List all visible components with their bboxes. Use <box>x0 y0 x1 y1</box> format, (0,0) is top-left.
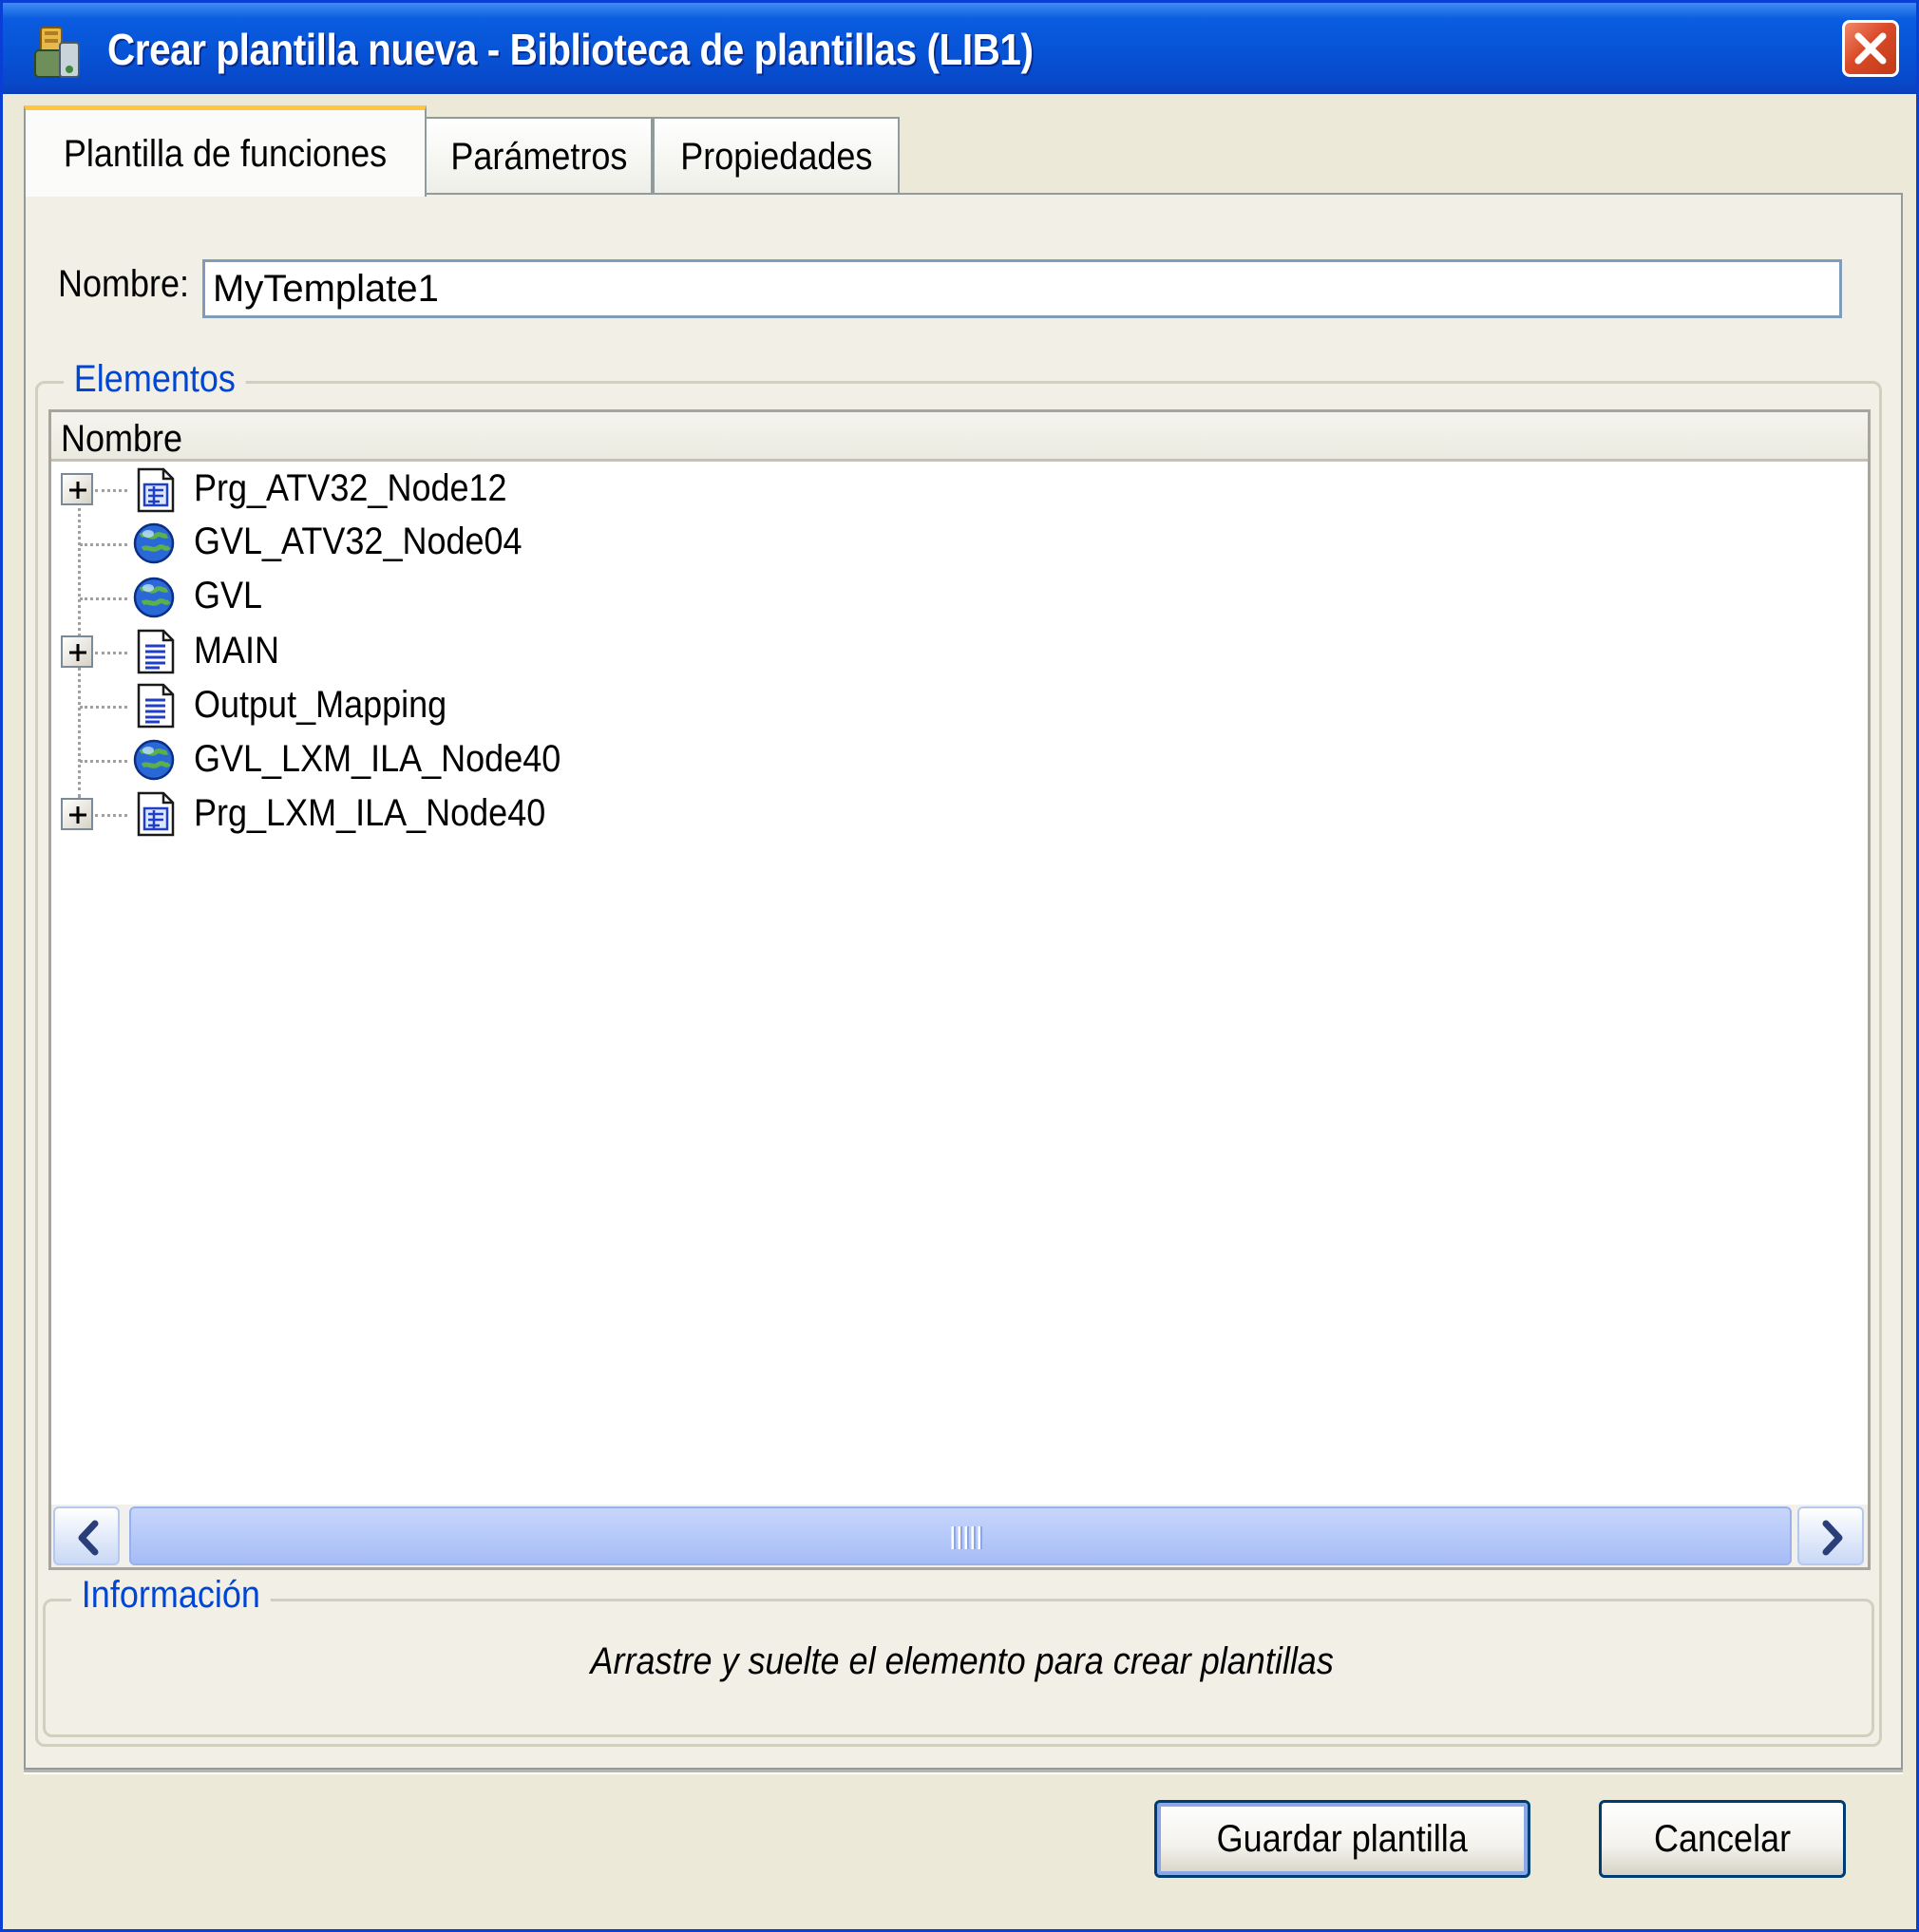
document-icon <box>137 629 175 674</box>
close-button[interactable] <box>1842 20 1899 77</box>
chevron-left-icon <box>78 1520 99 1556</box>
tree-item-label: Output_Mapping <box>194 684 447 726</box>
elements-tree[interactable]: Nombre Prg_ATV32_Node12 GVL_ATV32_Node04… <box>48 409 1871 1570</box>
dialog-window: Crear plantilla nueva - Biblioteca de pl… <box>0 0 1919 1932</box>
grip-icon <box>951 1526 982 1549</box>
program-icon <box>137 467 175 513</box>
save-template-button[interactable]: Guardar plantilla <box>1154 1800 1530 1878</box>
column-header-label: Nombre <box>61 418 183 460</box>
expand-icon[interactable] <box>61 473 93 505</box>
info-group-title: Información <box>71 1574 271 1617</box>
info-message-text: Arrastre y suelte el elemento para crear… <box>590 1640 1335 1682</box>
expand-icon[interactable] <box>61 798 93 830</box>
tab-label: Parámetros <box>449 136 628 178</box>
globe-icon <box>133 739 175 781</box>
tree-item-label: Prg_LXM_ILA_Node40 <box>194 792 546 834</box>
tree-item-label: GVL_LXM_ILA_Node40 <box>194 738 561 780</box>
tab-label: Propiedades <box>679 136 873 178</box>
column-header-nombre[interactable]: Nombre <box>51 412 1868 462</box>
footer-divider <box>24 1770 1903 1774</box>
scroll-left-button[interactable] <box>53 1506 120 1565</box>
scroll-right-button[interactable] <box>1797 1506 1864 1565</box>
save-template-label: Guardar plantilla <box>1216 1817 1469 1860</box>
name-label: Nombre: <box>58 263 190 305</box>
tree-item-label: MAIN <box>194 630 279 672</box>
window-title: Crear plantilla nueva - Biblioteca de pl… <box>107 25 1034 74</box>
expand-icon[interactable] <box>61 635 93 668</box>
tab-label: Plantilla de funciones <box>63 133 388 175</box>
tab-parametros[interactable]: Parámetros <box>425 117 653 195</box>
template-library-icon <box>34 27 80 78</box>
cancel-button[interactable]: Cancelar <box>1599 1800 1846 1878</box>
scroll-thumb[interactable] <box>129 1506 1792 1565</box>
tree-item-label: GVL <box>194 575 263 616</box>
tree-item-label: Prg_ATV32_Node12 <box>194 467 507 509</box>
elements-group-title: Elementos <box>64 358 246 401</box>
close-icon <box>1854 32 1887 65</box>
tab-propiedades[interactable]: Propiedades <box>653 117 900 195</box>
program-icon <box>137 791 175 837</box>
title-bar[interactable]: Crear plantilla nueva - Biblioteca de pl… <box>3 3 1916 94</box>
horizontal-scrollbar[interactable] <box>51 1505 1868 1567</box>
tree-item-label: GVL_ATV32_Node04 <box>194 521 522 562</box>
document-icon <box>137 683 175 729</box>
globe-icon <box>133 577 175 618</box>
globe-icon <box>133 522 175 564</box>
chevron-right-icon <box>1822 1520 1843 1556</box>
name-input[interactable] <box>202 259 1842 318</box>
cancel-label: Cancelar <box>1653 1817 1792 1860</box>
tab-plantilla-de-funciones[interactable]: Plantilla de funciones <box>24 105 427 197</box>
info-message: Arrastre y suelte el elemento para crear… <box>3 1640 1919 1683</box>
